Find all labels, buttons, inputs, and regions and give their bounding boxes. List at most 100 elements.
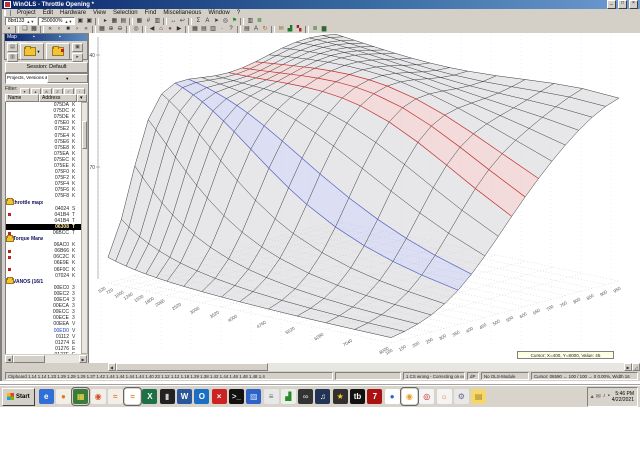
menu-hardware[interactable]: Hardware: [57, 10, 89, 16]
tile-icon[interactable]: ▦: [30, 26, 38, 33]
home-icon[interactable]: ⌂: [157, 26, 165, 33]
title-bar[interactable]: WinOLS - Throttle Opening * _ □ ×: [2, 0, 640, 9]
swap-icon[interactable]: ↔: [169, 18, 177, 25]
dot-icon[interactable]: ·: [218, 26, 226, 33]
font2-icon[interactable]: A: [252, 26, 260, 33]
taskbar-notepad-icon[interactable]: ≡: [263, 389, 279, 404]
taskbar-close-red-icon[interactable]: ×: [211, 389, 227, 404]
column-sort-button[interactable]: ▾: [77, 94, 87, 102]
nav-left-icon[interactable]: ◀: [148, 26, 156, 33]
session-button[interactable]: Session: Default: [5, 62, 88, 73]
taskbar-target-icon[interactable]: ◎: [419, 389, 435, 404]
taskbar-photos-icon[interactable]: ★: [332, 389, 348, 404]
menu-selection[interactable]: Selection: [110, 10, 141, 16]
column-header-name[interactable]: Name: [5, 94, 39, 102]
menu-project[interactable]: Project: [14, 10, 39, 16]
grid-icon[interactable]: ▦: [98, 26, 106, 33]
table3-icon[interactable]: ▥: [209, 26, 217, 33]
window2-icon[interactable]: ▣: [85, 18, 93, 25]
nav-right-icon[interactable]: ▶: [175, 26, 183, 33]
scroll-grip[interactable]: ◿: [632, 363, 640, 371]
undo-icon[interactable]: ↩: [178, 18, 186, 25]
back-icon[interactable]: «: [46, 26, 54, 33]
paste-icon[interactable]: ▤: [243, 26, 251, 33]
taskbar-chrome2-icon[interactable]: ◉: [399, 387, 419, 406]
tree-scrollbar[interactable]: [81, 102, 88, 354]
grid2-icon[interactable]: ▥: [153, 18, 161, 25]
flag-icon[interactable]: ⚑: [230, 18, 238, 25]
forward-icon[interactable]: »: [82, 26, 90, 33]
stop-icon[interactable]: ■: [64, 26, 72, 33]
zoom-in-icon[interactable]: ⊕: [107, 26, 115, 33]
taskbar-ebook-icon[interactable]: ▮: [159, 389, 175, 404]
zoom-sel-icon[interactable]: ◎: [132, 26, 140, 33]
panel-option2-button[interactable]: ▸: [72, 53, 83, 62]
hash-icon[interactable]: #: [144, 18, 152, 25]
prev-icon[interactable]: ‹: [55, 26, 63, 33]
tree-map-row[interactable]: 0127EE: [6, 352, 82, 354]
new-project-button[interactable]: ▤: [7, 43, 18, 52]
tray-icon-2[interactable]: ✉: [596, 393, 601, 400]
taskbar-wrench-icon[interactable]: ⚙: [453, 389, 469, 404]
search-icon[interactable]: ◎: [221, 18, 229, 25]
table-icon[interactable]: ▦: [191, 26, 199, 33]
open-project-button[interactable]: ▼: [20, 43, 44, 60]
menu-view[interactable]: View: [90, 10, 109, 16]
taskbar-binoculars-icon[interactable]: ∞: [298, 389, 314, 404]
menu-[interactable]: ?: [234, 10, 243, 16]
taskbar-folder-icon[interactable]: ▨: [246, 389, 262, 404]
taskbar-browser-icon[interactable]: ●: [384, 389, 400, 404]
taskbar-7zip-icon[interactable]: 7: [367, 389, 383, 404]
scroll-left-icon[interactable]: ◀: [5, 355, 13, 363]
tray-icon-1[interactable]: ▴: [591, 393, 594, 400]
menu-window[interactable]: Window: [205, 10, 232, 16]
camera-icon[interactable]: ●: [166, 26, 174, 33]
chart2-icon[interactable]: ▚: [295, 26, 303, 33]
panel-close-icon[interactable]: ▪: [59, 34, 85, 41]
panel-minimize-icon[interactable]: ▪: [33, 34, 59, 41]
levels-icon[interactable]: ≣: [311, 26, 319, 33]
levels-icon[interactable]: ≣: [255, 18, 263, 25]
tray-icon-4[interactable]: ▪: [608, 393, 610, 400]
table2-icon[interactable]: ▤: [119, 18, 127, 25]
menu-edit[interactable]: Edit: [40, 10, 56, 16]
taskbar-chrome-icon[interactable]: ◉: [90, 389, 106, 404]
zoom-out-icon[interactable]: ⊖: [116, 26, 124, 33]
minimize-button[interactable]: _: [607, 0, 616, 9]
sidebar-hscrollbar[interactable]: ◀ ▶: [5, 355, 87, 363]
table-icon[interactable]: ▦: [110, 18, 118, 25]
taskbar-ie-icon[interactable]: e: [38, 389, 54, 404]
maximize-button[interactable]: □: [618, 0, 627, 9]
sigma-icon[interactable]: Σ: [194, 18, 202, 25]
taskbar-music-icon[interactable]: ♫: [315, 389, 331, 404]
start-button[interactable]: Start: [2, 387, 35, 406]
taskbar-winols-icon[interactable]: ▦: [71, 387, 91, 406]
save-project-button[interactable]: ▥: [7, 53, 18, 62]
chart-icon[interactable]: ▟: [286, 26, 294, 33]
tray-icon-3[interactable]: ♪: [603, 393, 606, 400]
taskbar-cmd-icon[interactable]: >_: [228, 389, 244, 404]
columns-icon[interactable]: ▥: [246, 18, 254, 25]
menu-miscellaneous[interactable]: Miscellaneous: [160, 10, 204, 16]
scroll-right-icon[interactable]: ▶: [624, 363, 632, 371]
taskbar-media-player-icon[interactable]: ●: [55, 389, 71, 404]
taskbar-swoosh-icon[interactable]: ≈: [107, 389, 123, 404]
pointer-icon[interactable]: ➤: [212, 18, 220, 25]
taskbar-contacts-icon[interactable]: ☼: [436, 389, 452, 404]
next-icon[interactable]: ›: [73, 26, 81, 33]
import-project-button[interactable]: [46, 43, 70, 60]
lock-icon[interactable]: ▪: [5, 26, 13, 33]
font-icon[interactable]: A: [203, 18, 211, 25]
grid-icon[interactable]: ▦: [135, 18, 143, 25]
panel-option-button[interactable]: ▣: [72, 43, 83, 52]
color-icon[interactable]: ▆: [320, 26, 328, 33]
scroll-right-icon[interactable]: ▶: [79, 355, 87, 363]
mail-icon[interactable]: ✉: [277, 26, 285, 33]
taskbar-chart-icon[interactable]: ▟: [280, 389, 296, 404]
cascade-icon[interactable]: ❏: [21, 26, 29, 33]
taskbar-clock[interactable]: 5:46 PM 4/22/2021: [612, 391, 634, 403]
close-button[interactable]: ×: [629, 0, 638, 9]
scroll-left-icon[interactable]: ◀: [107, 363, 116, 371]
surface-chart-canvas[interactable]: 7014052072010001240152018002080252030003…: [89, 33, 640, 363]
menu-find[interactable]: Find: [142, 10, 160, 16]
